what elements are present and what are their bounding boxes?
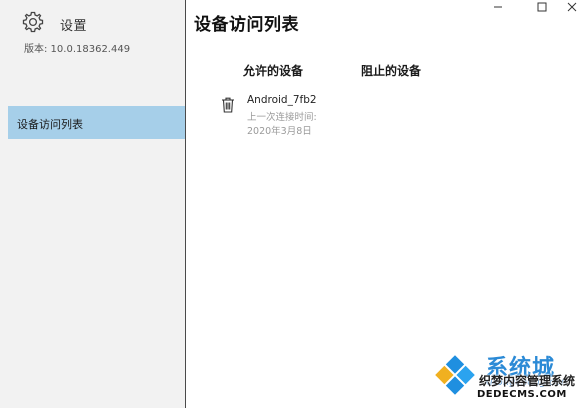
close-button[interactable] [557, 0, 587, 14]
last-connected-label: 上一次连接时间: [247, 112, 317, 123]
app-title: 设置 [60, 19, 88, 34]
sidebar-item-device-access-list[interactable]: 设备访问列表 [8, 106, 185, 139]
minimize-icon [494, 6, 502, 8]
trash-icon[interactable] [221, 97, 235, 113]
sidebar-item-label: 设备访问列表 [17, 118, 83, 131]
list-item: Android_7fb2 上一次连接时间: 2020年3月8日 [218, 92, 368, 138]
close-icon [567, 2, 577, 12]
page-title: 设备访问列表 [194, 15, 299, 35]
gear-icon [22, 11, 44, 33]
device-name: Android_7fb2 [247, 94, 317, 106]
sidebar: 设置 版本: 10.0.18362.449 设备访问列表 [0, 0, 185, 408]
sidebar-divider [185, 0, 186, 408]
maximize-icon [537, 2, 547, 12]
tab-allowed-devices[interactable]: 允许的设备 [243, 62, 303, 79]
maximize-button[interactable] [527, 0, 557, 14]
last-connected-date: 2020年3月8日 [247, 126, 312, 137]
watermark-cms-name: 织梦内容管理系统 [479, 374, 576, 388]
watermark: 系统城 xitongcheng.com 织梦内容管理系统 DEDECMS.COM [432, 348, 587, 408]
watermark-cms-domain: DEDECMS.COM [477, 389, 567, 400]
tab-blocked-devices[interactable]: 阻止的设备 [361, 62, 421, 79]
diamond-logo-icon [435, 355, 475, 395]
app-version: 版本: 10.0.18362.449 [24, 44, 131, 55]
minimize-button[interactable] [483, 0, 513, 14]
